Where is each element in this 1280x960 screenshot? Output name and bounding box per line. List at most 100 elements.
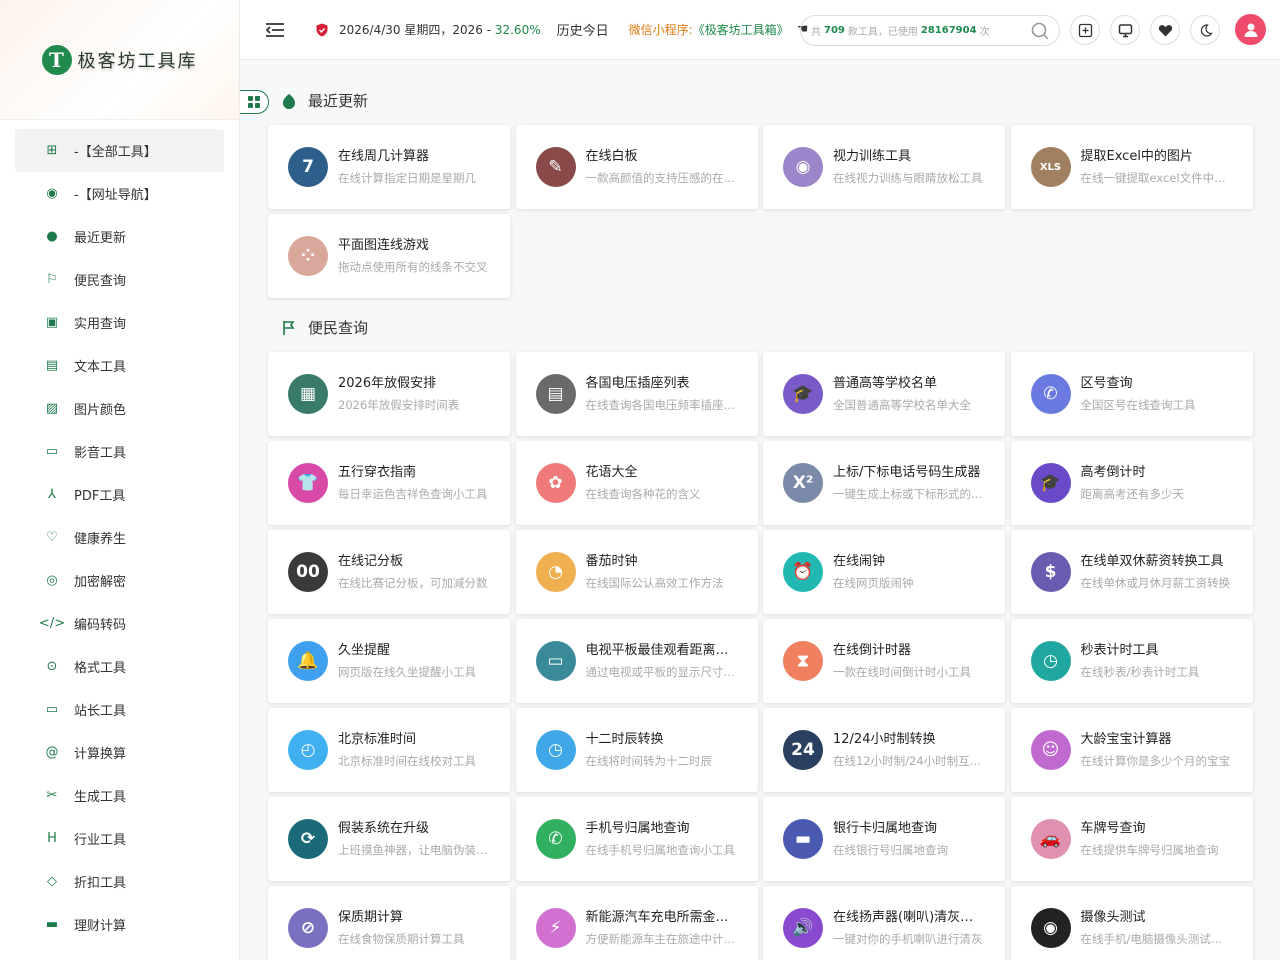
tool-card[interactable]: ◷ 十二时辰转换 在线将时间转为十二时辰 xyxy=(515,708,758,792)
grid-view-toggle[interactable] xyxy=(240,90,269,114)
sidebar-item-14[interactable]: @ 计算换算 xyxy=(15,731,224,774)
tool-card-text: 假装系统在升级上班摸鱼神器，让电脑伪装成系统升级 xyxy=(338,820,510,858)
tool-card[interactable]: ✆ 区号查询 全国区号在线查询工具 xyxy=(1010,352,1253,436)
search-icon[interactable] xyxy=(1031,22,1049,40)
plus-square-icon xyxy=(1078,23,1092,37)
tool-card[interactable]: 👕 五行穿衣指南 每日幸运色吉祥色查询小工具 xyxy=(268,441,510,525)
scoreboard-icon: 00 xyxy=(288,552,328,592)
tool-card-text: 大龄宝宝计算器 在线计算你是多少个月的宝宝 xyxy=(1081,731,1253,769)
sidebar-item-10[interactable]: ◎ 加密解密 xyxy=(15,559,224,602)
sidebar-item-1[interactable]: ◉ -【网址导航】 xyxy=(15,172,224,215)
tool-card[interactable]: ▤ 各国电压插座列表 在线查询各国电压频率插座类型 xyxy=(515,352,758,436)
document-icon: ▤ xyxy=(535,374,576,414)
add-tool-button[interactable] xyxy=(1070,15,1100,45)
lock-icon: ◎ xyxy=(46,573,58,588)
tool-card[interactable]: ◔ 番茄时钟 在线国际公认高效工作方法 xyxy=(515,530,758,614)
calendar-7-icon: 7 xyxy=(288,147,328,187)
section-title-label: 最近更新 xyxy=(308,92,369,110)
diamond-icon: ◇ xyxy=(47,874,57,889)
sidebar-item-9[interactable]: ♡ 健康养生 xyxy=(15,516,224,559)
sidebar-item-4[interactable]: ▣ 实用查询 xyxy=(15,301,224,344)
section-title: 便民查询 xyxy=(280,317,368,338)
sidebar-item-label: 格式工具 xyxy=(74,661,127,676)
tool-card[interactable]: ◉ 摄像头测试 在线手机/电脑摄像头测试工具 xyxy=(1010,886,1253,960)
alarm-clock-icon: ⏰ xyxy=(783,552,823,592)
sidebar-item-label: 便民查询 xyxy=(74,274,127,289)
tool-card-desc: 全国区号在线查询工具 xyxy=(1080,398,1196,412)
sidebar-item-2[interactable]: ● 最近更新 xyxy=(15,215,224,258)
sidebar-item-label: 生成工具 xyxy=(74,790,127,805)
tool-card-title: 在线闹钟 xyxy=(833,554,886,569)
tool-card[interactable]: ◉ 视力训练工具 在线视力训练与眼睛放松工具 xyxy=(763,125,1005,209)
search-suffix: 次 xyxy=(979,27,990,38)
tool-card-title: 车牌号查询 xyxy=(1080,821,1146,836)
tool-card[interactable]: ✿ 花语大全 在线查询各种花的含义 xyxy=(515,441,758,525)
tool-card-title: 番茄时钟 xyxy=(585,554,638,569)
sidebar-item-18[interactable]: ▬ 理财计算 xyxy=(15,903,224,946)
logo[interactable]: T 极客坊工具库 xyxy=(0,0,239,120)
sidebar-item-3[interactable]: ⚐ 便民查询 xyxy=(15,258,224,301)
sidebar-item-label: 折扣工具 xyxy=(74,876,127,891)
menu-collapse-icon[interactable] xyxy=(265,20,287,40)
no-entry-icon: ⊘ xyxy=(288,908,328,948)
tool-card[interactable]: ◴ 北京标准时间 北京标准时间在线校对工具 xyxy=(268,708,510,792)
sidebar-item-7[interactable]: ▭ 影音工具 xyxy=(15,430,224,473)
tool-card-text: 高考倒计时 距离高考还有多少天 xyxy=(1081,464,1253,502)
tool-card[interactable]: 🚗 车牌号查询 在线提供车牌号归属地查询 xyxy=(1010,797,1253,881)
tool-card[interactable]: ⟳ 假装系统在升级上班摸鱼神器，让电脑伪装成系统升级 xyxy=(268,797,510,881)
tool-card[interactable]: ✎ 在线白板一款高颜值的支持压感的在线白板工具 xyxy=(515,125,758,209)
tool-card-title: 平面图连线游戏 xyxy=(338,238,430,253)
tool-card[interactable]: ▦ 2026年放假安排 2026年放假安排时间表 xyxy=(268,352,510,436)
wechat-miniprogram[interactable]: 微信小程序:《极客坊工具箱》 xyxy=(629,21,789,38)
tool-card[interactable]: ⁘ 平面图连线游戏 拖动点使用所有的线条不交叉 xyxy=(268,214,510,298)
user-avatar[interactable] xyxy=(1235,14,1266,45)
sidebar-item-17[interactable]: ◇ 折扣工具 xyxy=(15,860,224,903)
leaf-icon xyxy=(280,92,298,110)
tool-card[interactable]: ▭ 电视平板最佳观看距离计算通过电视或平板的显示尺寸计算最佳观看距离 xyxy=(515,619,758,703)
tool-card[interactable]: ✆ 手机号归属地查询 在线手机号归属地查询小工具 xyxy=(515,797,758,881)
tool-card[interactable]: ⏰ 在线闹钟 在线网页版闹钟 xyxy=(763,530,1005,614)
tool-card[interactable]: 24 12/24小时制转换在线12小时制/24小时制互相转换 xyxy=(763,708,1005,792)
sidebar-item-16[interactable]: H 行业工具 xyxy=(15,817,224,860)
sidebar-item-6[interactable]: ▨ 图片颜色 xyxy=(15,387,224,430)
tool-card[interactable]: ⊘ 保质期计算 在线食物保质期计算工具 xyxy=(268,886,510,960)
tool-card-desc: 方便新能源车主在旅途中计算充电费用 xyxy=(585,932,736,946)
tool-card-title: 手机号归属地查询 xyxy=(585,821,690,836)
tool-card[interactable]: 🎓 高考倒计时 距离高考还有多少天 xyxy=(1010,441,1253,525)
dark-mode-button[interactable] xyxy=(1190,15,1220,45)
history-today-link[interactable]: 历史今日 xyxy=(557,20,609,39)
tool-card-desc: 2026年放假安排时间表 xyxy=(338,398,460,412)
tool-card-text: 在线记分板 在线比赛记分板，可加减分数 xyxy=(338,553,510,591)
tool-card-desc: 上班摸鱼神器，让电脑伪装成系统升级 xyxy=(338,843,488,857)
clock-24-icon: 24 xyxy=(783,730,823,770)
tool-card[interactable]: 7 在线周几计算器 在线计算指定日期是星期几 xyxy=(268,125,510,209)
moon-icon xyxy=(1200,23,1213,37)
sidebar-item-0[interactable]: ⊞ -【全部工具】 xyxy=(15,129,224,172)
tool-card[interactable]: ☺ 大龄宝宝计算器 在线计算你是多少个月的宝宝 xyxy=(1010,708,1253,792)
tool-card[interactable]: ◷ 秒表计时工具 在线秒表/秒表计时工具 xyxy=(1010,619,1253,703)
tool-card[interactable]: $ 在线单双休薪资转换工具 在线单休或月休月薪工资转换 xyxy=(1010,530,1253,614)
tool-card[interactable]: ⧗ 在线倒计时器 一款在线时间倒计时小工具 xyxy=(763,619,1005,703)
tool-card[interactable]: ⚡ 新能源汽车充电所需金额计算方便新能源车主在旅途中计算充电费用 xyxy=(515,886,758,960)
phone-green-icon: ✆ xyxy=(535,819,576,859)
favorites-button[interactable] xyxy=(1150,15,1180,45)
sidebar-item-5[interactable]: ▤ 文本工具 xyxy=(15,344,224,387)
tool-card[interactable]: 00 在线记分板 在线比赛记分板，可加减分数 xyxy=(268,530,510,614)
search-input[interactable]: 共 709 款工具，已使用 28167904 次 xyxy=(800,15,1060,46)
sidebar-item-13[interactable]: ▭ 站长工具 xyxy=(15,688,224,731)
tool-card[interactable]: X² 上标/下标电话号码生成器一键生成上标或下标形式的电话号码 xyxy=(763,441,1005,525)
desktop-button[interactable] xyxy=(1110,15,1140,45)
tool-card-desc: 在线手机/电脑摄像头测试工具 xyxy=(1080,932,1231,946)
sidebar-item-11[interactable]: </> 编码转码 xyxy=(15,602,224,645)
clock-icon: ◴ xyxy=(288,730,328,770)
sidebar-item-8[interactable]: ⅄ PDF工具 xyxy=(15,473,224,516)
tool-card[interactable]: ▬ 银行卡归属地查询 在线银行号归属地查询 xyxy=(763,797,1005,881)
format-icon: ⊙ xyxy=(46,659,58,674)
sidebar-item-15[interactable]: ✂ 生成工具 xyxy=(15,774,224,817)
shield-icon xyxy=(316,23,328,36)
tool-card[interactable]: 🔊 在线扬声器(喇叭)清灰工具 一键对你的手机喇叭进行清灰 xyxy=(763,886,1005,960)
tool-card[interactable]: XLS 提取Excel中的图片在线一键提取excel文件中的图片 xyxy=(1010,125,1253,209)
sidebar-item-12[interactable]: ⊙ 格式工具 xyxy=(15,645,224,688)
tool-card[interactable]: 🎓 普通高等学校名单 全国普通高等学校名单大全 xyxy=(763,352,1005,436)
tool-card[interactable]: 🔔 久坐提醒 网页版在线久坐提醒小工具 xyxy=(268,619,510,703)
